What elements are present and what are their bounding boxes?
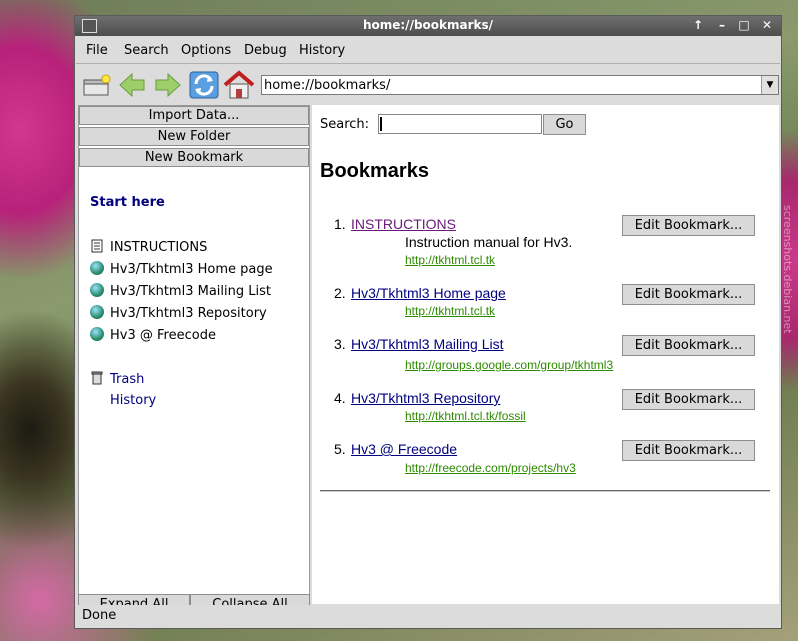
search-label: Search: xyxy=(320,117,370,132)
new-folder-button[interactable]: New Folder xyxy=(79,127,309,146)
edit-bookmark-button[interactable]: Edit Bookmark... xyxy=(622,389,755,410)
bookmark-title-link[interactable]: Hv3 @ Freecode xyxy=(351,441,457,457)
bookmark-title-link[interactable]: INSTRUCTIONS xyxy=(351,216,456,232)
new-bookmark-button[interactable]: New Bookmark xyxy=(79,148,309,167)
divider xyxy=(320,490,770,492)
menu-debug[interactable]: Debug xyxy=(244,43,287,58)
edit-bookmark-button[interactable]: Edit Bookmark... xyxy=(622,440,755,461)
status-bar: Done xyxy=(76,605,780,627)
menu-history[interactable]: History xyxy=(299,43,345,58)
go-button[interactable]: Go xyxy=(543,114,586,135)
title-bar: home://bookmarks/ ↑ – □ ✕ xyxy=(75,16,781,36)
url-input[interactable] xyxy=(262,76,756,94)
browser-window: home://bookmarks/ ↑ – □ ✕ File Search Op… xyxy=(74,15,782,629)
bookmark-number: 5. xyxy=(334,441,346,457)
bookmark-url-link[interactable]: http://tkhtml.tcl.tk xyxy=(405,253,495,267)
status-text: Done xyxy=(82,608,117,623)
bookmark-title-link[interactable]: Hv3/Tkhtml3 Repository xyxy=(351,390,500,406)
bookmark-number: 4. xyxy=(334,390,346,406)
trash-icon xyxy=(91,371,103,385)
window-title: home://bookmarks/ xyxy=(362,18,494,32)
toolbar: ▼ xyxy=(76,64,780,104)
globe-icon xyxy=(90,283,104,297)
shade-icon[interactable]: ↑ xyxy=(689,18,707,33)
menu-file[interactable]: File xyxy=(86,43,108,58)
url-bar[interactable]: ▼ xyxy=(261,75,779,95)
sidebar-item-label: INSTRUCTIONS xyxy=(110,240,208,255)
home-icon[interactable] xyxy=(223,70,255,100)
menu-options[interactable]: Options xyxy=(181,43,231,58)
sidebar-item-label: Hv3/Tkhtml3 Repository xyxy=(110,306,267,321)
bookmark-url-link[interactable]: http://tkhtml.tcl.tk/fossil xyxy=(405,409,526,423)
bookmark-number: 2. xyxy=(334,285,346,301)
sidebar-item-freecode[interactable]: Hv3 @ Freecode xyxy=(90,327,216,343)
back-arrow-icon[interactable] xyxy=(116,70,148,100)
sidebar-item-home-page[interactable]: Hv3/Tkhtml3 Home page xyxy=(90,261,273,277)
globe-icon xyxy=(90,327,104,341)
bookmark-title-link[interactable]: Hv3/Tkhtml3 Mailing List xyxy=(351,336,504,352)
bookmark-number: 3. xyxy=(334,336,346,352)
globe-icon xyxy=(90,305,104,319)
sidebar-item-label: History xyxy=(110,393,157,408)
text-cursor xyxy=(380,117,382,131)
document-icon xyxy=(91,239,103,253)
sidebar-item-label: Hv3 @ Freecode xyxy=(110,328,216,343)
bookmarks-page: Search: Go Bookmarks 1. INSTRUCTIONS Ins… xyxy=(312,105,779,604)
bookmark-number: 1. xyxy=(334,216,346,232)
globe-icon xyxy=(90,261,104,275)
close-icon[interactable]: ✕ xyxy=(758,18,776,33)
menu-bar: File Search Options Debug History xyxy=(76,37,780,64)
bookmark-url-link[interactable]: http://groups.google.com/group/tkhtml3 xyxy=(405,358,613,372)
page-title: Bookmarks xyxy=(320,160,429,182)
sidebar-item-repository[interactable]: Hv3/Tkhtml3 Repository xyxy=(90,305,267,321)
maximize-icon[interactable]: □ xyxy=(735,18,753,33)
chevron-down-icon[interactable]: ▼ xyxy=(761,76,778,94)
menu-search[interactable]: Search xyxy=(124,43,169,58)
sidebar-item-trash[interactable]: Trash xyxy=(90,371,144,387)
new-window-icon[interactable] xyxy=(81,70,113,100)
import-data-button[interactable]: Import Data... xyxy=(79,106,309,125)
reload-icon[interactable] xyxy=(188,70,220,100)
bookmark-title-link[interactable]: Hv3/Tkhtml3 Home page xyxy=(351,285,506,301)
forward-arrow-icon[interactable] xyxy=(152,70,184,100)
edit-bookmark-button[interactable]: Edit Bookmark... xyxy=(622,335,755,356)
bookmark-description: Instruction manual for Hv3. xyxy=(405,234,573,250)
sidebar-item-history[interactable]: History xyxy=(110,393,156,408)
search-input[interactable] xyxy=(378,114,542,134)
sidebar-item-label: Trash xyxy=(110,372,145,387)
bookmarks-sidebar: Import Data... New Folder New Bookmark S… xyxy=(78,105,310,604)
sidebar-item-mailing-list[interactable]: Hv3/Tkhtml3 Mailing List xyxy=(90,283,271,299)
sidebar-item-label: Hv3/Tkhtml3 Home page xyxy=(110,262,273,277)
bookmark-url-link[interactable]: http://freecode.com/projects/hv3 xyxy=(405,461,576,475)
edit-bookmark-button[interactable]: Edit Bookmark... xyxy=(622,284,755,305)
edit-bookmark-button[interactable]: Edit Bookmark... xyxy=(622,215,755,236)
minimize-icon[interactable]: – xyxy=(713,18,731,33)
start-here-link[interactable]: Start here xyxy=(90,195,165,210)
watermark: screenshots.debian.net xyxy=(781,205,794,334)
bookmark-url-link[interactable]: http://tkhtml.tcl.tk xyxy=(405,304,495,318)
sidebar-item-label: Hv3/Tkhtml3 Mailing List xyxy=(110,284,271,299)
sidebar-item-instructions[interactable]: INSTRUCTIONS xyxy=(90,239,207,255)
